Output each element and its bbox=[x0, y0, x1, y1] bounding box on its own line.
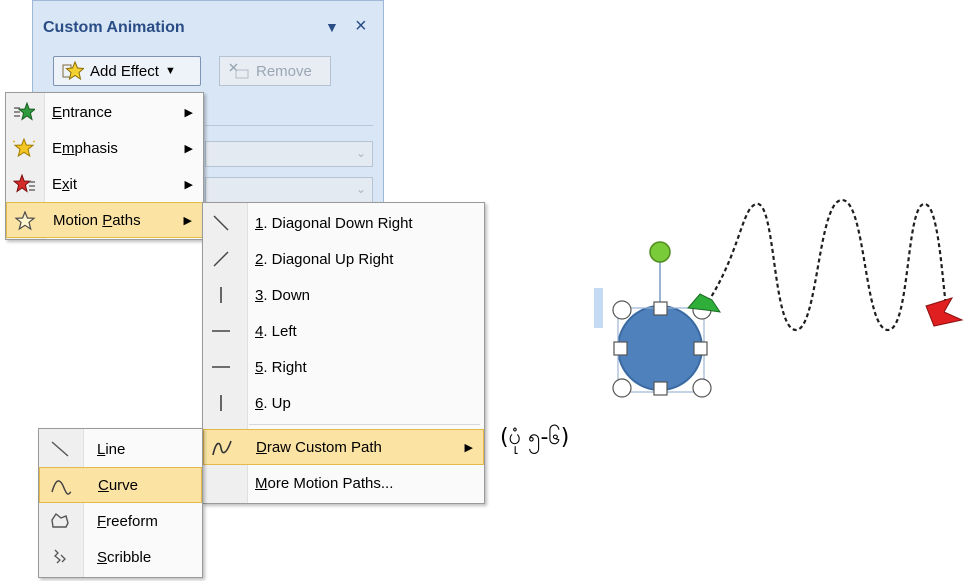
direction-combo[interactable]: ⌄ bbox=[205, 177, 373, 203]
diagonal-down-right-icon bbox=[210, 213, 232, 233]
emphasis-star-icon bbox=[13, 138, 35, 158]
figure-caption: (ပုံ ၅-၆) bbox=[500, 425, 570, 450]
start-combo[interactable]: ⌄ bbox=[205, 141, 373, 167]
menu-item-motion-paths[interactable]: Motion Paths ▶ bbox=[6, 202, 203, 238]
menu-item-emphasis[interactable]: Emphasis ▶ bbox=[6, 130, 203, 166]
motion-paths-menu: 1. Diagonal Down Right 2. Diagonal Up Ri… bbox=[202, 202, 485, 504]
submenu-arrow-icon: ▶ bbox=[183, 214, 192, 227]
remove-button[interactable]: Remove bbox=[219, 56, 331, 86]
resize-handle[interactable] bbox=[612, 378, 632, 398]
submenu-arrow-icon: ▶ bbox=[184, 142, 193, 155]
add-effect-button[interactable]: Add Effect ▼ bbox=[53, 56, 201, 86]
menu-item-diagonal-down-right[interactable]: 1. Diagonal Down Right bbox=[203, 205, 484, 241]
rotation-handle[interactable] bbox=[649, 241, 671, 263]
resize-handle[interactable] bbox=[692, 378, 712, 398]
motion-path-curve[interactable] bbox=[707, 198, 948, 332]
menu-item-down[interactable]: 3. Down bbox=[203, 277, 484, 313]
menu-item-exit[interactable]: Exit ▶ bbox=[6, 166, 203, 202]
curve-tool-icon bbox=[50, 476, 72, 496]
exit-star-icon bbox=[13, 174, 35, 194]
line-tool-icon bbox=[49, 439, 71, 459]
chevron-down-icon: ⌄ bbox=[355, 182, 366, 196]
pane-divider bbox=[205, 125, 373, 126]
menu-item-entrance[interactable]: Entrance ▶ bbox=[6, 94, 203, 130]
pane-dropdown-icon[interactable]: ▼ bbox=[325, 19, 339, 35]
menu-item-freeform[interactable]: Freeform bbox=[39, 503, 202, 539]
chevron-down-icon: ⌄ bbox=[355, 146, 366, 160]
pane-title: Custom Animation bbox=[43, 19, 185, 36]
resize-handle[interactable] bbox=[653, 381, 668, 396]
scribble-tool-icon bbox=[49, 547, 71, 567]
custom-path-icon bbox=[211, 438, 233, 458]
add-effect-label: Add Effect bbox=[90, 62, 159, 80]
up-line-icon bbox=[210, 393, 232, 413]
menu-item-line[interactable]: Line bbox=[39, 431, 202, 467]
submenu-arrow-icon: ▶ bbox=[184, 178, 193, 191]
chevron-down-icon: ▼ bbox=[164, 65, 176, 77]
menu-item-diagonal-up-right[interactable]: 2. Diagonal Up Right bbox=[203, 241, 484, 277]
down-line-icon bbox=[210, 285, 232, 305]
resize-handle[interactable] bbox=[612, 300, 632, 320]
freeform-tool-icon bbox=[49, 511, 71, 531]
left-line-icon bbox=[210, 321, 232, 341]
pane-close-icon[interactable]: × bbox=[355, 15, 367, 38]
resize-handle[interactable] bbox=[613, 341, 628, 356]
menu-item-scribble[interactable]: Scribble bbox=[39, 539, 202, 575]
submenu-arrow-icon: ▶ bbox=[464, 441, 473, 454]
circle-shape[interactable] bbox=[617, 305, 703, 391]
submenu-arrow-icon: ▶ bbox=[184, 106, 193, 119]
entrance-star-icon bbox=[13, 102, 35, 122]
resize-handle[interactable] bbox=[693, 341, 708, 356]
add-effect-star-icon bbox=[62, 61, 84, 81]
motion-path-demo bbox=[594, 198, 964, 398]
menu-item-curve[interactable]: Curve bbox=[39, 467, 202, 503]
right-line-icon bbox=[210, 357, 232, 377]
text-placeholder-mark bbox=[594, 288, 603, 328]
path-end-marker[interactable] bbox=[925, 297, 964, 327]
custom-path-menu: Line Curve Freeform Scribble bbox=[38, 428, 203, 578]
remove-icon bbox=[229, 63, 249, 79]
menu-item-left[interactable]: 4. Left bbox=[203, 313, 484, 349]
diagonal-up-right-icon bbox=[210, 249, 232, 269]
motion-path-star-icon bbox=[14, 211, 36, 231]
remove-label: Remove bbox=[256, 62, 312, 80]
menu-item-draw-custom-path[interactable]: Draw Custom Path ▶ bbox=[203, 429, 484, 465]
menu-item-more-motion-paths[interactable]: More Motion Paths... bbox=[203, 465, 484, 501]
add-effect-menu: Entrance ▶ Emphasis ▶ Exit ▶ Motion Path… bbox=[5, 92, 204, 240]
menu-item-up[interactable]: 6. Up bbox=[203, 385, 484, 421]
resize-handle[interactable] bbox=[653, 301, 668, 316]
menu-item-right[interactable]: 5. Right bbox=[203, 349, 484, 385]
